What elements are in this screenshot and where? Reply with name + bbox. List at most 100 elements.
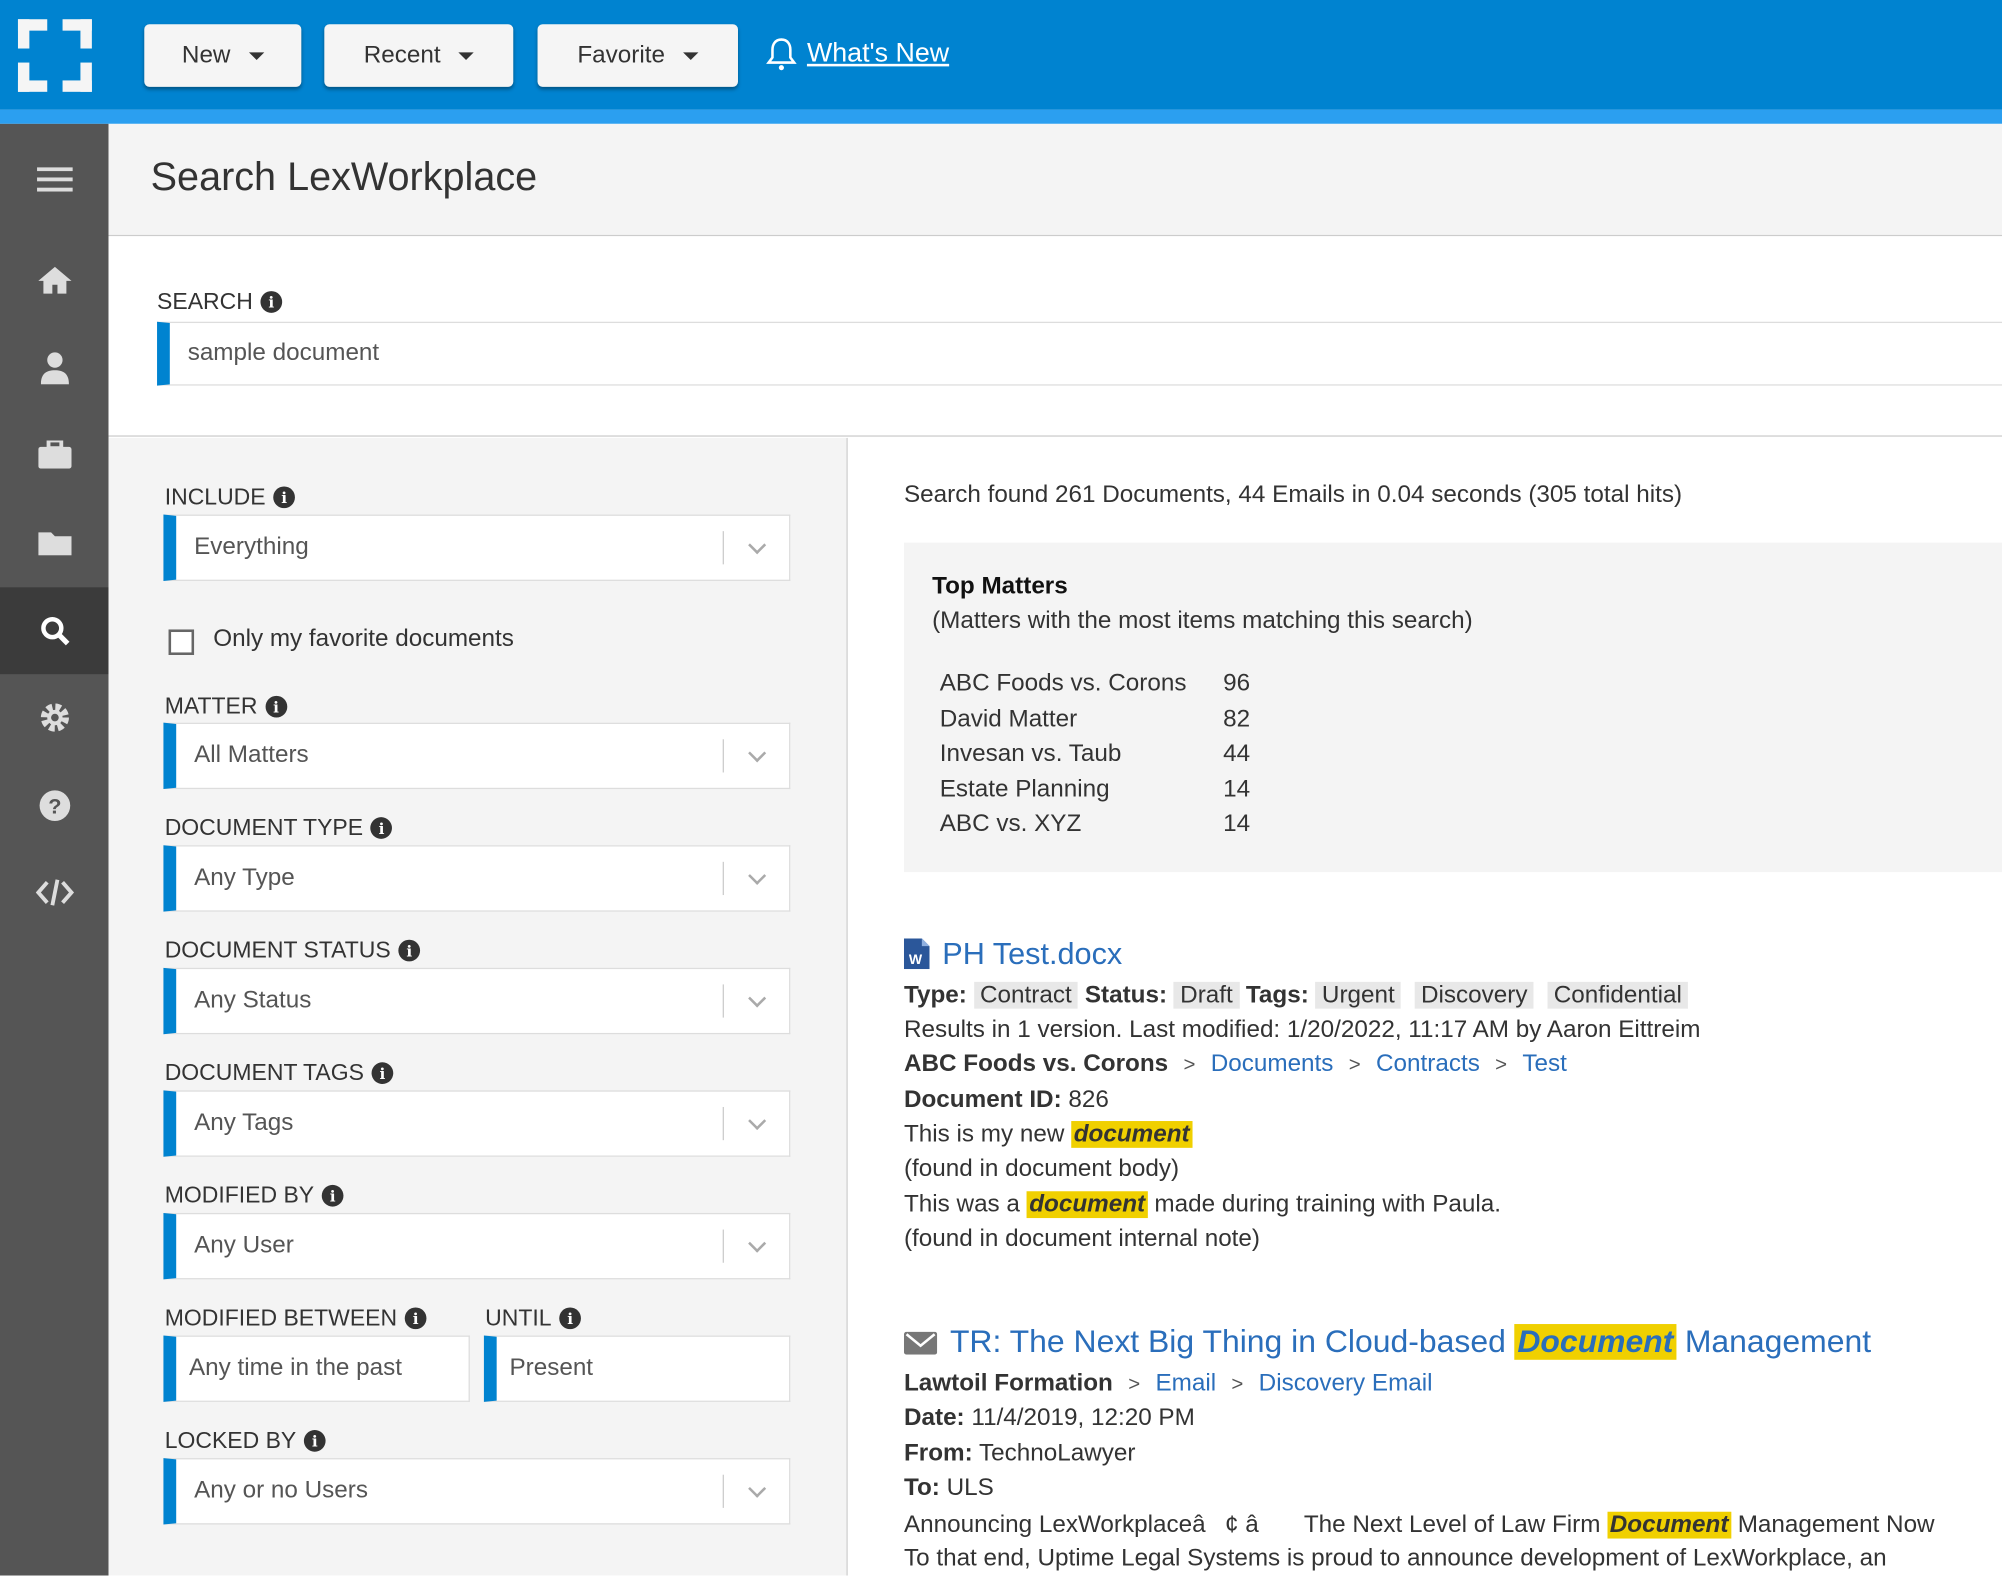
locked-by-select[interactable]: Any or no Users	[163, 1458, 790, 1524]
tag-badge: Urgent	[1316, 982, 1402, 1009]
doc-meta-row: Type: Contract Status: Draft Tags: Urgen…	[904, 982, 1688, 1010]
info-icon[interactable]: i	[559, 1307, 581, 1329]
sidebar-item-contacts[interactable]	[0, 324, 109, 411]
snippet-text: Management Now	[1738, 1512, 1935, 1539]
doc-tags-select[interactable]: Any Tags	[163, 1090, 790, 1156]
breadcrumb-link[interactable]: Email	[1155, 1370, 1216, 1397]
doc-status-select[interactable]: Any Status	[163, 968, 790, 1034]
lexworkplace-logo[interactable]	[18, 19, 92, 92]
bell-icon	[766, 36, 797, 72]
breadcrumb-link[interactable]: Test	[1522, 1051, 1567, 1078]
matter-value: All Matters	[194, 742, 309, 770]
info-icon[interactable]: i	[260, 291, 282, 313]
doc-status-label-text: DOCUMENT STATUS	[165, 937, 391, 964]
help-icon: ?	[38, 789, 71, 822]
favorites-checkbox[interactable]	[169, 629, 195, 655]
info-icon[interactable]: i	[304, 1430, 326, 1452]
doc-type-label: DOCUMENT TYPE i	[165, 815, 393, 842]
sidebar: ?	[0, 124, 109, 1576]
email-from: From: TechnoLawyer	[904, 1440, 1135, 1468]
chevron-down-icon	[747, 866, 765, 884]
svg-text:?: ?	[48, 793, 61, 818]
folder-icon	[38, 530, 71, 556]
snippet: To that end, Uptime Legal Systems is pro…	[904, 1545, 1887, 1573]
caret-down-icon	[683, 52, 698, 60]
chevron-down-icon	[747, 1234, 765, 1252]
chevron-down-icon	[747, 536, 765, 554]
page-title: Search LexWorkplace	[151, 154, 537, 200]
matter-label: MATTERi	[165, 693, 287, 720]
modified-until-placeholder: Present	[509, 1355, 593, 1383]
snippet-highlight: Document	[1607, 1512, 1731, 1539]
sidebar-item-settings[interactable]	[0, 674, 109, 761]
top-matter-name: ABC vs. XYZ	[940, 811, 1082, 839]
new-menu-button[interactable]: New	[144, 24, 301, 87]
top-matters-subtitle: (Matters with the most items matching th…	[932, 608, 1473, 636]
modified-between-label-text: MODIFIED BETWEEN	[165, 1305, 397, 1332]
snippet: This is my new document	[904, 1121, 1192, 1149]
sidebar-item-folders[interactable]	[0, 499, 109, 586]
tag-badge: Confidential	[1547, 982, 1688, 1009]
sidebar-menu-toggle[interactable]	[0, 137, 109, 224]
chevron-down-icon	[747, 989, 765, 1007]
sidebar-item-home[interactable]	[0, 236, 109, 323]
sidebar-item-help[interactable]: ?	[0, 762, 109, 849]
info-icon[interactable]: i	[405, 1307, 427, 1329]
locked-by-label-text: LOCKED BY	[165, 1427, 297, 1454]
info-icon[interactable]: i	[273, 486, 295, 508]
include-select[interactable]: Everything	[163, 515, 790, 581]
sidebar-item-developer[interactable]	[0, 849, 109, 936]
info-icon[interactable]: i	[372, 1062, 394, 1084]
top-bar-accent	[0, 110, 2002, 124]
favorites-checkbox-label[interactable]: Only my favorite documents	[213, 626, 514, 654]
whats-new-link[interactable]: What's New	[766, 36, 949, 72]
top-matter-count: 44	[1223, 741, 1250, 769]
top-matter-count: 96	[1223, 670, 1250, 698]
doc-type-select[interactable]: Any Type	[163, 845, 790, 911]
modified-by-select[interactable]: Any User	[163, 1213, 790, 1279]
recent-menu-button[interactable]: Recent	[324, 24, 513, 87]
tags-label: Tags:	[1246, 982, 1309, 1009]
email-date: Date: 11/4/2019, 12:20 PM	[904, 1404, 1195, 1432]
title-highlight: Document	[1515, 1324, 1676, 1360]
top-matter-name: David Matter	[940, 705, 1078, 733]
search-label-text: SEARCH	[157, 289, 253, 316]
info-icon[interactable]: i	[371, 817, 393, 839]
modified-until-input[interactable]: Present	[484, 1336, 790, 1402]
from-value: TechnoLawyer	[979, 1440, 1135, 1467]
locked-by-label: LOCKED BY i	[165, 1427, 326, 1454]
modified-from-input[interactable]: Any time in the past	[163, 1336, 469, 1402]
search-input[interactable]: sample document	[157, 322, 2002, 386]
breadcrumb-link[interactable]: Discovery Email	[1259, 1370, 1433, 1397]
include-label: INCLUDEi	[165, 484, 295, 511]
hamburger-icon	[36, 167, 72, 193]
info-icon[interactable]: i	[398, 940, 420, 962]
gear-icon	[38, 701, 71, 734]
email-icon	[904, 1332, 937, 1355]
info-icon[interactable]: i	[265, 696, 287, 718]
snippet-highlight: document	[1027, 1191, 1148, 1218]
sidebar-item-matters[interactable]	[0, 411, 109, 498]
breadcrumb-link[interactable]: Documents	[1211, 1051, 1334, 1078]
info-icon[interactable]: i	[322, 1185, 344, 1207]
snippet-source: (found in document body)	[904, 1156, 1179, 1184]
status-label: Status:	[1085, 982, 1167, 1009]
favorite-menu-button[interactable]: Favorite	[538, 24, 738, 87]
snippet: This was a document made during training…	[904, 1191, 1501, 1219]
doc-tags-label-text: DOCUMENT TAGS	[165, 1060, 364, 1087]
result-title-link[interactable]: PH Test.docx	[942, 937, 1122, 973]
type-badge: Contract	[974, 982, 1078, 1009]
breadcrumb-link[interactable]: Contracts	[1376, 1051, 1480, 1078]
result-title-link[interactable]: TR: The Next Big Thing in Cloud-based Do…	[950, 1324, 1871, 1361]
doc-type-label-text: DOCUMENT TYPE	[165, 815, 363, 842]
doc-type-value: Any Type	[194, 864, 295, 892]
until-label: UNTILi	[485, 1305, 581, 1332]
results-summary: Search found 261 Documents, 44 Emails in…	[904, 481, 1682, 509]
doc-tags-label: DOCUMENT TAGS i	[165, 1060, 394, 1087]
top-matters-title: Top Matters	[932, 573, 1068, 601]
sidebar-item-search[interactable]	[0, 587, 109, 674]
matter-select[interactable]: All Matters	[163, 723, 790, 789]
status-badge: Draft	[1174, 982, 1239, 1009]
to-label: To:	[904, 1475, 940, 1502]
doc-id-value: 826	[1068, 1087, 1108, 1114]
